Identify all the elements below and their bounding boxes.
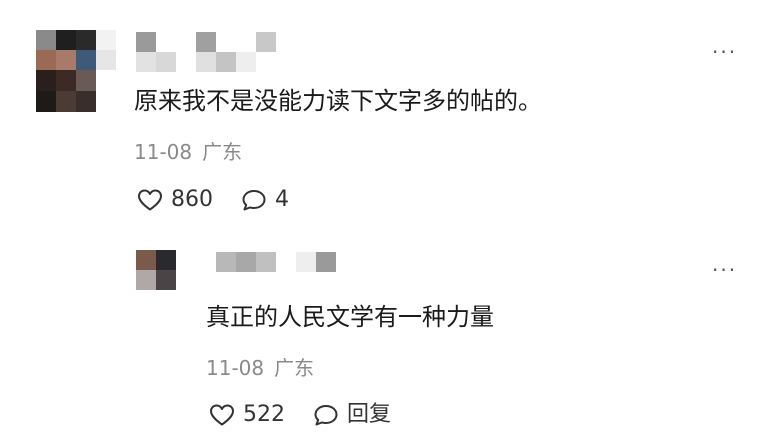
reply-location: 广东	[274, 356, 315, 380]
mosaic-pixel	[156, 270, 176, 290]
reply-date: 11-08	[206, 356, 265, 380]
reply-meta: 11-08 广东	[206, 356, 314, 380]
reply-username[interactable]	[216, 252, 346, 272]
mosaic-pixel	[176, 32, 196, 52]
mosaic-pixel	[76, 91, 96, 112]
mosaic-pixel	[136, 270, 156, 290]
mosaic-pixel	[196, 32, 216, 52]
reply-like-button[interactable]: 522	[209, 401, 285, 429]
mosaic-pixel	[96, 50, 116, 70]
mosaic-pixel	[156, 52, 176, 72]
mosaic-pixel	[56, 50, 76, 70]
comment-date: 11-08	[134, 140, 193, 164]
mosaic-pixel	[136, 52, 156, 72]
heart-outline-icon	[210, 404, 234, 426]
avatar[interactable]	[36, 30, 116, 112]
reply-button[interactable]: 回复	[313, 401, 391, 429]
speech-bubble-icon	[314, 405, 338, 426]
mosaic-pixel	[136, 250, 156, 270]
mosaic-pixel	[256, 32, 276, 52]
mosaic-pixel	[196, 52, 216, 72]
mosaic-pixel	[316, 252, 336, 272]
mosaic-pixel	[216, 32, 236, 52]
comment-text: 原来我不是没能力读下文字多的帖的。	[134, 87, 542, 115]
speech-bubble-icon	[242, 190, 266, 211]
like-count: 860	[171, 187, 213, 212]
mosaic-pixel	[256, 252, 276, 272]
mosaic-pixel	[136, 32, 156, 52]
mosaic-pixel	[236, 52, 256, 72]
mosaic-pixel	[216, 252, 236, 272]
reply-count: 4	[275, 187, 289, 212]
mosaic-pixel	[176, 52, 196, 72]
mosaic-pixel	[236, 252, 256, 272]
mosaic-pixel	[76, 70, 96, 91]
mosaic-pixel	[296, 252, 316, 272]
reply-actions: 522 回复	[209, 401, 391, 429]
comment-actions: 860 4	[137, 186, 289, 214]
mosaic-pixel	[36, 50, 56, 70]
mosaic-pixel	[56, 91, 76, 112]
mosaic-pixel	[256, 52, 276, 72]
reply-count-button[interactable]: 4	[241, 186, 289, 214]
reply-more-options-icon[interactable]: ···	[712, 260, 737, 280]
mosaic-pixel	[56, 70, 76, 91]
mosaic-pixel	[276, 252, 296, 272]
mosaic-pixel	[236, 32, 256, 52]
username[interactable]	[136, 32, 286, 74]
mosaic-pixel	[156, 32, 176, 52]
mosaic-pixel	[36, 30, 56, 50]
more-options-icon[interactable]: ···	[712, 42, 737, 62]
comment-location: 广东	[202, 140, 243, 164]
reply-label: 回复	[347, 402, 392, 427]
mosaic-pixel	[36, 70, 56, 91]
heart-outline-icon	[138, 189, 162, 211]
mosaic-pixel	[156, 250, 176, 270]
mosaic-pixel	[76, 30, 96, 50]
reply-text: 真正的人民文学有一种力量	[206, 303, 494, 331]
mosaic-pixel	[96, 70, 116, 91]
mosaic-pixel	[216, 52, 236, 72]
mosaic-pixel	[96, 91, 116, 112]
comment-meta: 11-08 广东	[134, 140, 242, 164]
mosaic-pixel	[36, 91, 56, 112]
mosaic-pixel	[76, 50, 96, 70]
reply-avatar[interactable]	[136, 250, 176, 290]
mosaic-pixel	[56, 30, 76, 50]
reply-like-count: 522	[243, 402, 285, 427]
like-button[interactable]: 860	[137, 186, 213, 214]
mosaic-pixel	[96, 30, 116, 50]
